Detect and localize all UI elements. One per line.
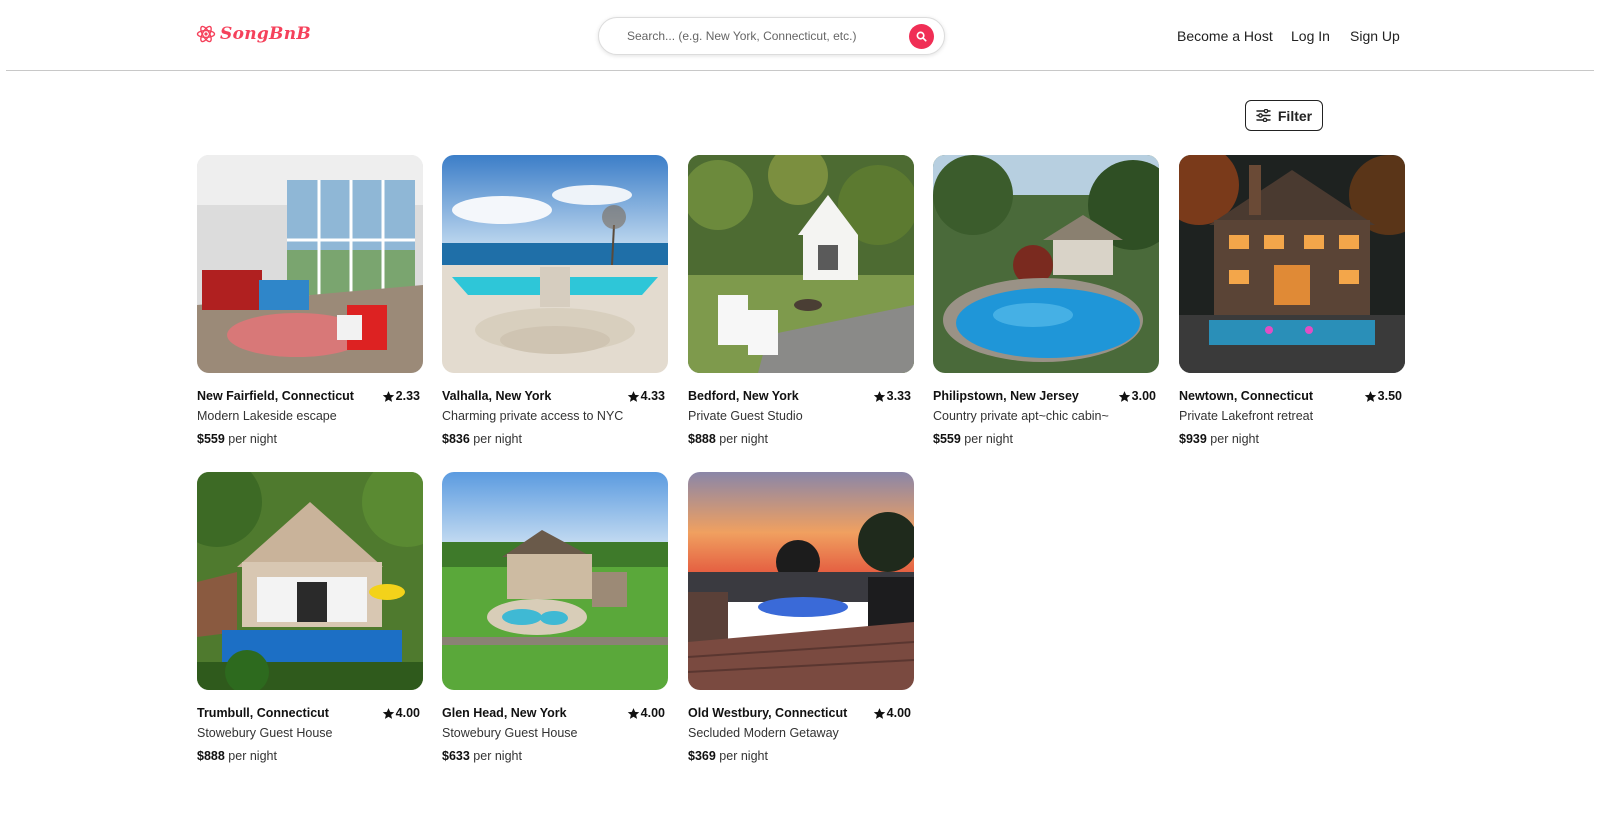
rating-value: 4.33 [640,389,665,403]
listing-card[interactable]: Philipstown, New Jersey 3.00 Country pri… [933,155,1159,446]
price-suffix: per night [1210,432,1259,446]
listing-card[interactable]: Old Westbury, Connecticut 4.00 Secluded … [688,472,914,763]
star-icon [627,707,639,719]
star-icon [382,390,394,402]
price-suffix: per night [719,432,768,446]
listing-location: Philipstown, New Jersey [933,389,1079,403]
listing-photo[interactable] [933,155,1159,373]
top-header: SongBnB Become a Host Log In Sign Up [0,0,1600,72]
price-value: $633 [442,749,470,763]
login-link[interactable]: Log In [1291,28,1330,44]
listing-rating: 4.33 [627,389,665,403]
listing-photo[interactable] [197,155,423,373]
rating-value: 3.33 [886,389,911,403]
listing-title: Country private apt~chic cabin~ [933,409,1109,423]
listing-rating: 2.33 [382,389,420,403]
listing-price: $369 per night [688,749,914,763]
star-icon [1364,390,1376,402]
listing-card[interactable]: Newtown, Connecticut 3.50 Private Lakefr… [1179,155,1405,446]
listing-photo[interactable] [442,472,668,690]
listing-card[interactable]: New Fairfield, Connecticut 2.33 Modern L… [197,155,423,446]
filter-button[interactable]: Filter [1245,100,1323,131]
listing-price: $633 per night [442,749,668,763]
listing-location: New Fairfield, Connecticut [197,389,354,403]
listing-title: Stowebury Guest House [442,726,578,740]
price-value: $559 [197,432,225,446]
listing-rating: 4.00 [382,706,420,720]
price-value: $836 [442,432,470,446]
price-value: $888 [197,749,225,763]
listing-photo[interactable] [688,472,914,690]
filter-label: Filter [1277,107,1313,124]
listing-price: $559 per night [197,432,423,446]
listing-photo[interactable] [197,472,423,690]
price-value: $559 [933,432,961,446]
search-bar [598,17,945,55]
listing-title: Modern Lakeside escape [197,409,337,423]
header-divider [6,70,1594,71]
star-icon [873,390,885,402]
logo-text: SongBnB [220,24,312,44]
listing-card[interactable]: Glen Head, New York 4.00 Stowebury Guest… [442,472,668,763]
star-icon [382,707,394,719]
listing-rating: 3.00 [1118,389,1156,403]
rating-value: 4.00 [395,706,420,720]
listing-title: Private Lakefront retreat [1179,409,1314,423]
listing-location: Old Westbury, Connecticut [688,706,848,720]
listing-title: Secluded Modern Getaway [688,726,839,740]
rating-value: 3.50 [1377,389,1402,403]
search-button[interactable] [909,24,934,49]
price-suffix: per night [228,749,277,763]
search-input[interactable] [627,29,897,43]
listing-title: Charming private access to NYC [442,409,624,423]
listing-rating: 3.50 [1364,389,1402,403]
price-suffix: per night [473,749,522,763]
star-icon [627,390,639,402]
listing-rating: 4.00 [873,706,911,720]
price-suffix: per night [964,432,1013,446]
listing-rating: 3.33 [873,389,911,403]
listing-card[interactable]: Valhalla, New York 4.33 Charming private… [442,155,668,446]
listing-location: Valhalla, New York [442,389,552,403]
price-value: $888 [688,432,716,446]
atom-logo-icon [196,25,216,43]
listing-location: Bedford, New York [688,389,799,403]
rating-value: 3.00 [1131,389,1156,403]
logo[interactable]: SongBnB [196,24,311,44]
listing-photo[interactable] [688,155,914,373]
listing-photo[interactable] [1179,155,1405,373]
listing-rating: 4.00 [627,706,665,720]
listing-price: $559 per night [933,432,1159,446]
price-suffix: per night [719,749,768,763]
rating-value: 4.00 [886,706,911,720]
price-value: $939 [1179,432,1207,446]
listing-card[interactable]: Trumbull, Connecticut 4.00 Stowebury Gue… [197,472,423,763]
become-host-link[interactable]: Become a Host [1177,28,1273,44]
price-suffix: per night [228,432,277,446]
price-value: $369 [688,749,716,763]
search-icon [916,31,927,42]
listing-price: $888 per night [197,749,423,763]
rating-value: 4.00 [640,706,665,720]
listing-card[interactable]: Bedford, New York 3.33 Private Guest Stu… [688,155,914,446]
star-icon [873,707,885,719]
signup-link[interactable]: Sign Up [1350,28,1400,44]
listing-title: Stowebury Guest House [197,726,333,740]
listing-location: Glen Head, New York [442,706,567,720]
listing-title: Private Guest Studio [688,409,803,423]
sliders-icon [1256,109,1271,122]
listing-price: $836 per night [442,432,668,446]
listing-price: $939 per night [1179,432,1405,446]
star-icon [1118,390,1130,402]
listing-price: $888 per night [688,432,914,446]
listing-location: Trumbull, Connecticut [197,706,329,720]
listing-location: Newtown, Connecticut [1179,389,1314,403]
rating-value: 2.33 [395,389,420,403]
listing-photo[interactable] [442,155,668,373]
price-suffix: per night [473,432,522,446]
